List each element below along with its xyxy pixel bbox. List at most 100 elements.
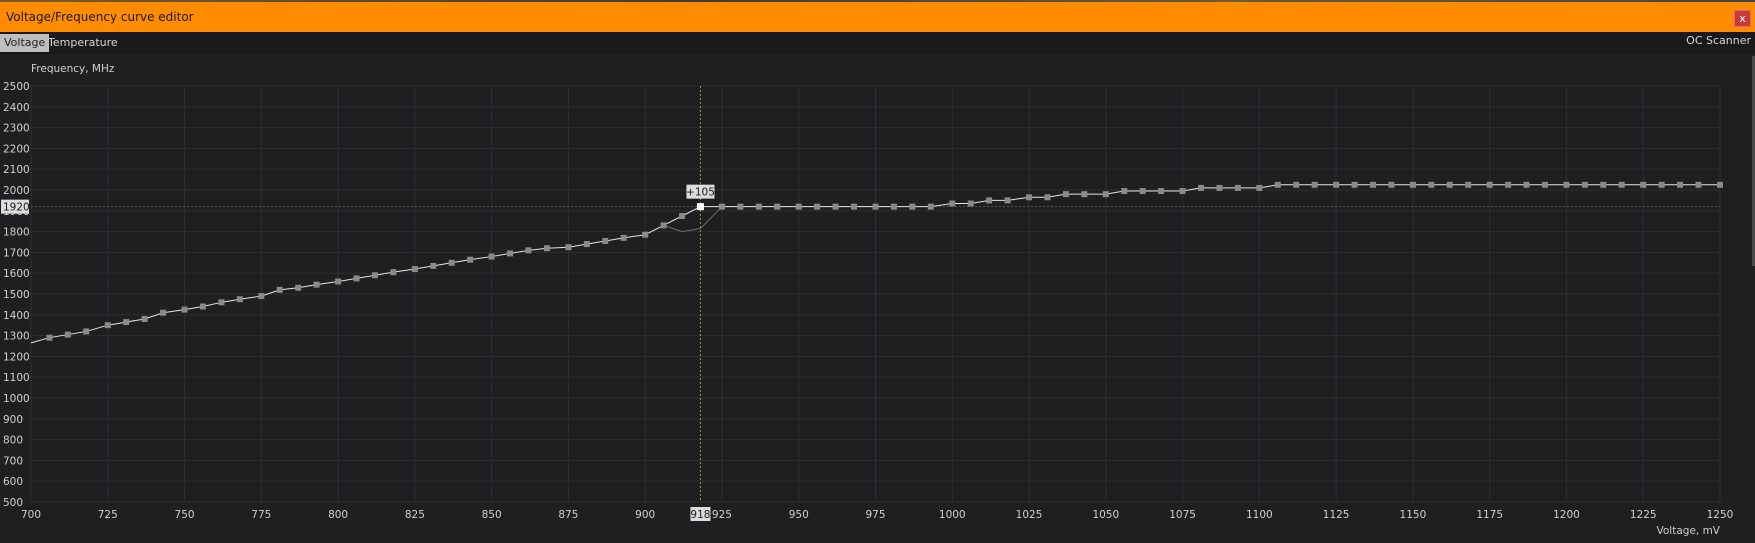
curve-point[interactable]: [1256, 184, 1263, 191]
curve-point[interactable]: [1505, 181, 1512, 188]
curve-point[interactable]: [949, 200, 956, 207]
curve-point[interactable]: [1486, 181, 1493, 188]
curve-point[interactable]: [832, 203, 839, 210]
curve-point[interactable]: [1677, 181, 1684, 188]
curve-point[interactable]: [1216, 184, 1223, 191]
curve-point[interactable]: [1333, 181, 1340, 188]
offset-tooltip-label: +105: [686, 187, 715, 199]
curve-point[interactable]: [1465, 181, 1472, 188]
curve-point[interactable]: [1658, 181, 1665, 188]
curve-point[interactable]: [890, 203, 897, 210]
x-tick-label: 1225: [1630, 509, 1657, 521]
curve-point[interactable]: [181, 306, 188, 313]
curve-point[interactable]: [1369, 181, 1376, 188]
curve-point[interactable]: [411, 266, 418, 273]
curve-point[interactable]: [160, 309, 167, 316]
curve-point[interactable]: [104, 322, 111, 329]
curve-point[interactable]: [814, 203, 821, 210]
vf-curve-chart[interactable]: 500 600 700 800 900 1000 1100 1200 1300 1400 1500 1…: [0, 0, 1755, 543]
curve-point[interactable]: [258, 293, 265, 300]
curve-point[interactable]: [1102, 191, 1109, 198]
curve-point[interactable]: [1523, 181, 1530, 188]
curve-point[interactable]: [679, 213, 686, 219]
curve-point[interactable]: [1234, 184, 1241, 191]
curve-point[interactable]: [507, 250, 514, 257]
curve-point[interactable]: [199, 303, 206, 310]
curve-point[interactable]: [851, 203, 858, 210]
curve-point[interactable]: [718, 203, 725, 210]
curve-point[interactable]: [755, 203, 762, 210]
y-tick-label: 1500: [3, 289, 30, 301]
selected-curve-point[interactable]: [696, 203, 704, 211]
curve-point[interactable]: [1139, 188, 1146, 195]
y-tick-label: 2100: [3, 164, 30, 176]
curve-point[interactable]: [774, 203, 781, 210]
curve-point[interactable]: [467, 256, 474, 263]
curve-point[interactable]: [737, 203, 744, 210]
curve-point[interactable]: [583, 241, 590, 248]
curve-point[interactable]: [1446, 181, 1453, 188]
curve-point[interactable]: [543, 245, 550, 252]
curve-point[interactable]: [1541, 181, 1548, 188]
curve-point[interactable]: [276, 286, 283, 293]
curve-point[interactable]: [795, 203, 802, 210]
curve-point[interactable]: [141, 315, 148, 322]
curve-point[interactable]: [236, 296, 243, 303]
curve-point[interactable]: [371, 272, 378, 279]
curve-point[interactable]: [620, 234, 627, 241]
y-tick-label: 1800: [3, 227, 30, 239]
curve-point[interactable]: [64, 331, 71, 338]
y-tick-label: 1400: [3, 310, 30, 322]
curve-point[interactable]: [872, 203, 879, 210]
curve-point[interactable]: [909, 203, 916, 210]
curve-point[interactable]: [83, 328, 90, 335]
curve-point[interactable]: [1198, 184, 1205, 191]
curve-point[interactable]: [986, 197, 993, 204]
curve-point[interactable]: [1179, 188, 1186, 195]
curve-point[interactable]: [525, 247, 532, 254]
curve-point[interactable]: [602, 237, 609, 244]
y-tick-label: 2000: [3, 185, 30, 197]
curve-point[interactable]: [642, 231, 649, 238]
curve-point[interactable]: [565, 244, 572, 251]
curve-point[interactable]: [1409, 181, 1416, 188]
curve-point[interactable]: [1026, 194, 1033, 201]
curve-point[interactable]: [488, 253, 495, 260]
curve-point[interactable]: [1044, 194, 1051, 201]
curve-point[interactable]: [1428, 181, 1435, 188]
curve-point[interactable]: [1158, 188, 1165, 195]
curve-point[interactable]: [1062, 191, 1069, 198]
curve-point[interactable]: [1717, 181, 1723, 188]
curve-point[interactable]: [353, 275, 360, 282]
curve-point[interactable]: [1388, 181, 1395, 188]
curve-point[interactable]: [1600, 181, 1607, 188]
curve-point[interactable]: [1695, 181, 1702, 188]
curve-point[interactable]: [1121, 188, 1128, 195]
curve-point[interactable]: [1004, 197, 1011, 204]
curve-point[interactable]: [1274, 181, 1281, 188]
x-tick-label: 1150: [1400, 509, 1427, 521]
curve-point[interactable]: [1563, 181, 1570, 188]
y-tick-label: 1000: [3, 393, 30, 405]
curve-point[interactable]: [927, 203, 934, 210]
curve-point[interactable]: [1581, 181, 1588, 188]
curve-point[interactable]: [218, 299, 225, 306]
curve-point[interactable]: [46, 334, 53, 341]
curve-point[interactable]: [1351, 181, 1358, 188]
y-tick-label: 800: [3, 435, 23, 447]
curve-point[interactable]: [430, 262, 437, 269]
curve-point[interactable]: [1293, 181, 1300, 188]
curve-point[interactable]: [335, 278, 342, 285]
curve-point[interactable]: [1081, 191, 1088, 198]
curve-point[interactable]: [967, 200, 974, 207]
curve-point[interactable]: [1640, 181, 1647, 188]
curve-point[interactable]: [448, 259, 455, 266]
x-tick-label: 725: [98, 509, 118, 521]
curve-point[interactable]: [123, 319, 130, 326]
curve-point[interactable]: [1311, 181, 1318, 188]
curve-point[interactable]: [313, 281, 320, 288]
curve-point[interactable]: [295, 284, 302, 291]
curve-point[interactable]: [1618, 181, 1625, 188]
curve-point[interactable]: [390, 269, 397, 276]
curve-point[interactable]: [660, 222, 667, 229]
